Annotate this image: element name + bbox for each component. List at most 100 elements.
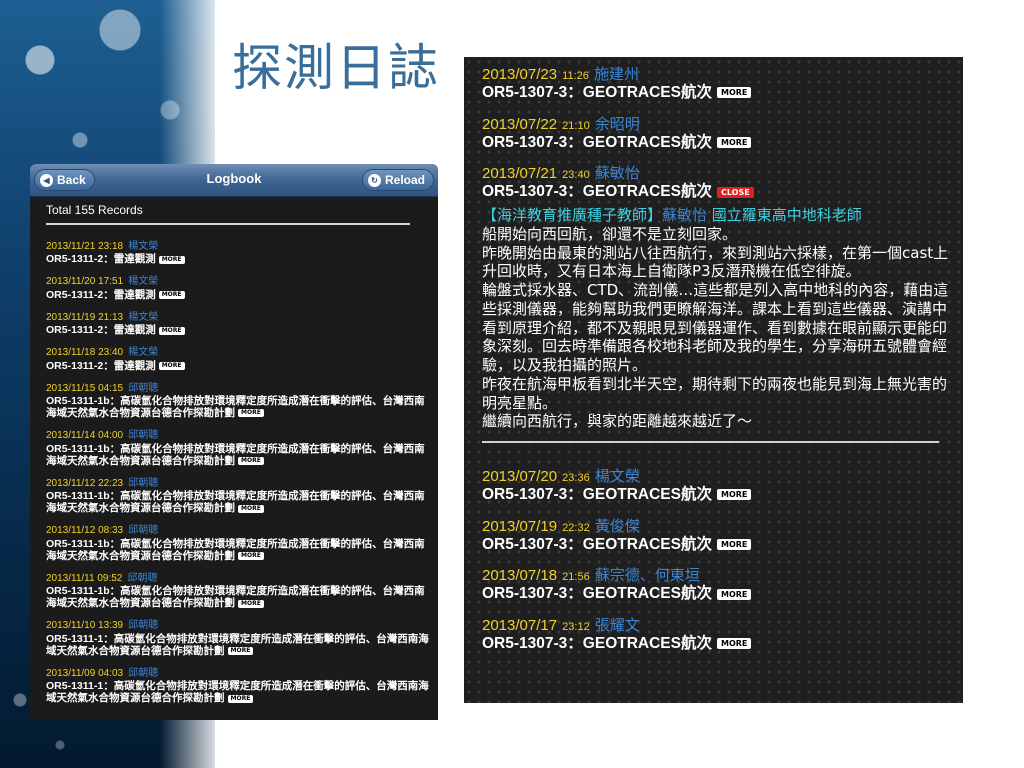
more-badge[interactable]: MORE <box>238 409 264 418</box>
entry-paragraph: 船開始向西回航，卻還不是立刻回家。 <box>482 224 738 243</box>
log-entry: 2013/07/20 23:36 楊文榮 OR5-1307-3：GEOTRACES… <box>482 465 951 505</box>
entry-author[interactable]: 余昭明 <box>595 115 640 133</box>
entry-author[interactable]: 黃俊傑 <box>595 517 640 535</box>
entry-title: OR5-1307-3：GEOTRACES航次 <box>482 535 712 553</box>
divider <box>482 441 939 444</box>
more-badge[interactable]: MORE <box>716 539 752 551</box>
reload-button[interactable]: ↻ Reload <box>361 169 434 191</box>
entry-title-row[interactable]: OR5-1307-3：GEOTRACES航次 MORE <box>482 585 951 604</box>
entry-date: 2013/07/19 <box>482 517 558 535</box>
list-item-author: 邱朝聰 <box>128 382 159 394</box>
reload-label: Reload <box>384 173 425 187</box>
more-badge[interactable]: MORE <box>238 552 264 561</box>
log-list-item[interactable]: 2013/11/15 04:15 邱朝聰 OR5-1311-1b：高碳氫化合物排放… <box>46 377 430 420</box>
list-item-title-row: OR5-1311-1b：高碳氫化合物排放對環境釋定度所造成潛在衝擊的評估、台灣西… <box>46 443 430 467</box>
logbook-app: ◀ Back Logbook ↻ Reload Total 155 Record… <box>30 164 438 720</box>
entry-date: 2013/07/17 <box>482 616 558 634</box>
list-item-title-row: OR5-1311-1b：高碳氫化合物排放對環境釋定度所造成潛在衝擊的評估、台灣西… <box>46 538 430 562</box>
list-item-date: 2013/11/19 21:13 <box>46 311 124 323</box>
entry-time: 11:26 <box>562 70 589 82</box>
list-item-title-row: OR5-1311-1b：高碳氫化合物排放對環境釋定度所造成潛在衝擊的評估、台灣西… <box>46 585 430 609</box>
log-entry: 2013/07/18 21:56 蘇宗德、何東垣 OR5-1307-3：GEOTR… <box>482 564 951 604</box>
entry-author[interactable]: 蘇宗德、何東垣 <box>595 566 700 584</box>
heading-suffix: 國立羅東高中地科老師 <box>707 205 862 224</box>
more-badge[interactable]: MORE <box>158 361 185 370</box>
list-item-meta: 2013/11/21 23:18 楊文榮 <box>46 235 430 253</box>
list-item-title-row: OR5-1311-2：雷達觀測 MORE <box>46 360 430 372</box>
entry-author[interactable]: 楊文榮 <box>595 467 640 485</box>
log-list-item[interactable]: 2013/11/12 08:33 邱朝聰 OR5-1311-1b：高碳氫化合物排放… <box>46 519 430 562</box>
entries-top: 2013/07/23 11:26 施建州 OR5-1307-3：GEOTRACES… <box>482 63 951 152</box>
entry-title-row[interactable]: OR5-1307-3：GEOTRACES航次 MORE <box>482 635 951 654</box>
more-badge[interactable]: MORE <box>238 457 264 465</box>
list-item-meta: 2013/11/11 09:52 邱朝聰 <box>46 567 430 585</box>
entry-title-row[interactable]: OR5-1307-3：GEOTRACES航次 CLOSE <box>482 183 951 202</box>
entry-time: 22:32 <box>562 521 590 534</box>
log-list-item[interactable]: 2013/11/14 04:00 邱朝聰 OR5-1311-1b：高碳氫化合物排放… <box>46 424 430 467</box>
entry-title: OR5-1307-3：GEOTRACES航次 <box>482 133 712 151</box>
list-item-author: 楊文榮 <box>128 347 159 359</box>
list-item-date: 2013/11/12 22:23 <box>46 477 124 489</box>
entry-date: 2013/07/22 <box>482 115 558 133</box>
list-item-title: OR5-1311-2：雷達觀測 <box>46 359 156 372</box>
more-badge[interactable]: MORE <box>227 647 254 656</box>
list-item-date: 2013/11/09 04:03 <box>46 667 124 679</box>
entry-heading: 【海洋教育推廣種子教師】蘇敏怡 國立羅東高中地科老師 <box>482 204 951 225</box>
log-list-item[interactable]: 2013/11/10 13:39 邱朝聰 OR5-1311-1：高碳氫化合物排放對… <box>46 614 430 657</box>
log-list-item[interactable]: 2013/11/20 17:51 楊文榮 OR5-1311-2：雷達觀測 MORE <box>46 270 430 301</box>
more-badge[interactable]: MORE <box>158 326 185 335</box>
log-detail-panel: 2013/07/23 11:26 施建州 OR5-1307-3：GEOTRACES… <box>464 57 963 703</box>
entry-author[interactable]: 蘇敏怡 <box>595 164 640 182</box>
entry-time: 23:36 <box>562 472 590 485</box>
list-item-author: 邱朝聰 <box>128 430 159 442</box>
entry-time: 21:56 <box>562 571 590 584</box>
log-list-item[interactable]: 2013/11/09 04:03 邱朝聰 OR5-1311-1：高碳氫化合物排放對… <box>46 662 430 705</box>
list-item-title: OR5-1311-1b：高碳氫化合物排放對環境釋定度所造成潛在衝擊的評估、台灣西… <box>46 585 425 610</box>
log-entry: 2013/07/22 21:10 余昭明 OR5-1307-3：GEOTRACES… <box>482 113 951 153</box>
log-list-item[interactable]: 2013/11/11 09:52 邱朝聰 OR5-1311-1b：高碳氫化合物排放… <box>46 567 430 610</box>
entry-title-row[interactable]: OR5-1307-3：GEOTRACES航次 MORE <box>482 134 951 153</box>
open-entry: 2013/07/21 23:40 蘇敏怡 OR5-1307-3：GEOTRACE… <box>482 162 951 431</box>
close-badge[interactable]: CLOSE <box>716 186 754 198</box>
list-item-title-row: OR5-1311-1b：高碳氫化合物排放對環境釋定度所造成潛在衝擊的評估、台灣西… <box>46 490 430 514</box>
more-badge[interactable]: MORE <box>716 588 752 600</box>
entry-author[interactable]: 施建州 <box>594 65 639 83</box>
more-badge[interactable]: MORE <box>238 599 264 608</box>
list-item-date: 2013/11/18 23:40 <box>46 347 124 359</box>
more-badge[interactable]: MORE <box>716 137 752 148</box>
list-item-author: 邱朝聰 <box>127 572 158 584</box>
more-badge[interactable]: MORE <box>716 87 752 99</box>
list-item-title: OR5-1311-1b：高碳氫化合物排放對環境釋定度所造成潛在衝擊的評估、台灣西… <box>46 395 425 420</box>
record-count: Total 155 Records <box>46 203 410 225</box>
heading-name: 蘇敏怡 <box>662 205 708 224</box>
more-badge[interactable]: MORE <box>238 504 264 513</box>
more-badge[interactable]: MORE <box>158 255 185 264</box>
entries-bottom: 2013/07/20 23:36 楊文榮 OR5-1307-3：GEOTRACES… <box>482 465 951 653</box>
log-list-item[interactable]: 2013/11/18 23:40 楊文榮 OR5-1311-2：雷達觀測 MORE <box>46 341 430 372</box>
log-list-item[interactable]: 2013/11/19 21:13 楊文榮 OR5-1311-2：雷達觀測 MORE <box>46 306 430 336</box>
list-item-title-row: OR5-1311-1：高碳氫化合物排放對環境釋定度所造成潛在衝擊的評估、台灣西南… <box>46 680 430 704</box>
more-badge[interactable]: MORE <box>158 291 185 300</box>
list-item-author: 楊文榮 <box>128 276 159 288</box>
more-badge[interactable]: MORE <box>716 638 752 650</box>
entry-author[interactable]: 張耀文 <box>595 616 640 634</box>
list-item-author: 邱朝聰 <box>128 525 159 537</box>
entry-time: 23:40 <box>562 169 590 182</box>
entry-title-row[interactable]: OR5-1307-3：GEOTRACES航次 MORE <box>482 84 951 103</box>
entry-time: 23:12 <box>562 620 590 633</box>
list-item-title-row: OR5-1311-2：雷達觀測 MORE <box>46 289 430 301</box>
entry-title-row[interactable]: OR5-1307-3：GEOTRACES航次 MORE <box>482 486 951 505</box>
more-badge[interactable]: MORE <box>716 489 752 501</box>
entry-title-row[interactable]: OR5-1307-3：GEOTRACES航次 MORE <box>482 536 951 555</box>
more-badge[interactable]: MORE <box>227 694 254 703</box>
log-list-item[interactable]: 2013/11/12 22:23 邱朝聰 OR5-1311-1b：高碳氫化合物排放… <box>46 472 430 515</box>
app-header: ◀ Back Logbook ↻ Reload <box>30 164 438 197</box>
entry-meta: 2013/07/23 11:26 施建州 <box>482 63 951 84</box>
list-item-title-row: OR5-1311-2：雷達觀測 MORE <box>46 324 430 336</box>
list-item-author: 楊文榮 <box>128 241 159 252</box>
entry-meta: 2013/07/18 21:56 蘇宗德、何東垣 <box>482 564 951 585</box>
list-item-title: OR5-1311-1b：高碳氫化合物排放對環境釋定度所造成潛在衝擊的評估、台灣西… <box>46 490 425 515</box>
log-list-item[interactable]: 2013/11/21 23:18 楊文榮 OR5-1311-2：雷達觀測 MORE <box>46 235 430 265</box>
list-item-date: 2013/11/20 17:51 <box>46 276 124 288</box>
entry-title: OR5-1307-3：GEOTRACES航次 <box>482 585 712 603</box>
